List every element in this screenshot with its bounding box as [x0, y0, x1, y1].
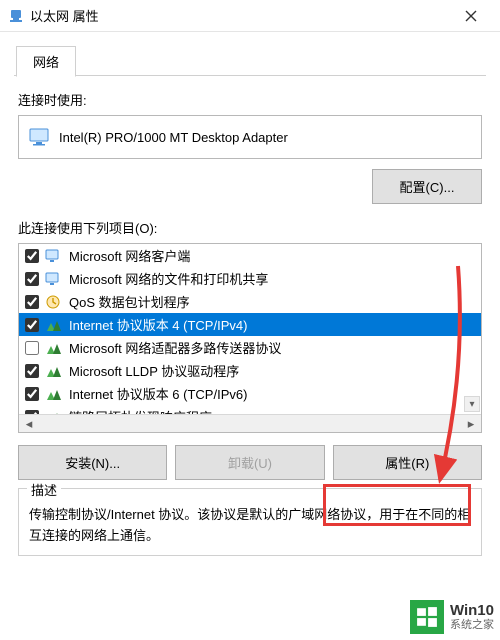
watermark-line2: 系统之家 [450, 619, 494, 631]
list-item-label: Microsoft 网络的文件和打印机共享 [69, 269, 268, 288]
list-item-checkbox[interactable] [25, 272, 39, 286]
service-icon [45, 271, 63, 287]
scroll-left-icon[interactable]: ◂ [21, 417, 37, 431]
watermark: Win10 系统之家 [410, 600, 494, 634]
description-text: 传输控制协议/Internet 协议。该协议是默认的广域网络协议，用于在不同的相… [29, 505, 471, 547]
list-item-label: QoS 数据包计划程序 [69, 292, 190, 311]
items-list-label: 此连接使用下列项目(O): [18, 218, 482, 237]
list-item-checkbox[interactable] [25, 387, 39, 401]
list-item[interactable]: Microsoft 网络的文件和打印机共享 [19, 267, 481, 290]
horizontal-scrollbar[interactable]: ◂ ▸ [19, 414, 481, 432]
connect-using-label: 连接时使用: [18, 90, 482, 109]
description-group: 描述 传输控制协议/Internet 协议。该协议是默认的广域网络协议，用于在不… [18, 488, 482, 556]
protocol-icon [45, 340, 63, 356]
install-button[interactable]: 安装(N)... [18, 445, 167, 480]
scroll-down-icon[interactable]: ▾ [464, 396, 480, 412]
list-item-checkbox[interactable] [25, 341, 39, 355]
tab-network[interactable]: 网络 [16, 46, 76, 77]
list-item-label: Microsoft 网络客户端 [69, 246, 190, 265]
window-title: 以太网 属性 [30, 6, 450, 25]
list-item[interactable]: 链路层拓扑发现响应程序 [19, 405, 481, 414]
configure-button[interactable]: 配置(C)... [372, 169, 482, 204]
list-item-label: Microsoft 网络适配器多路传送器协议 [69, 338, 281, 357]
list-item-label: Microsoft LLDP 协议驱动程序 [69, 361, 239, 380]
description-legend: 描述 [27, 480, 61, 499]
ethernet-icon [8, 8, 24, 24]
monitor-icon [29, 128, 49, 146]
watermark-line1: Win10 [450, 603, 494, 620]
properties-button[interactable]: 属性(R) [333, 445, 482, 480]
list-item[interactable]: Microsoft 网络适配器多路传送器协议 [19, 336, 481, 359]
qos-icon [45, 294, 63, 310]
protocol-icon [45, 363, 63, 379]
list-item[interactable]: Microsoft 网络客户端 [19, 244, 481, 267]
list-item-checkbox[interactable] [25, 249, 39, 263]
adapter-field: Intel(R) PRO/1000 MT Desktop Adapter [18, 115, 482, 159]
watermark-logo-icon [410, 600, 444, 634]
list-item[interactable]: Internet 协议版本 4 (TCP/IPv4) [19, 313, 481, 336]
list-item-checkbox[interactable] [25, 318, 39, 332]
client-icon [45, 248, 63, 264]
scroll-right-icon[interactable]: ▸ [463, 417, 479, 431]
tab-strip: 网络 [14, 46, 486, 76]
protocol-icon [45, 386, 63, 402]
list-item[interactable]: QoS 数据包计划程序 [19, 290, 481, 313]
uninstall-button: 卸载(U) [175, 445, 324, 480]
close-button[interactable] [450, 2, 492, 30]
components-listbox[interactable]: Microsoft 网络客户端 Microsoft 网络的文件和打印机共享 QoS … [18, 243, 482, 433]
list-item-label: Internet 协议版本 6 (TCP/IPv6) [69, 384, 247, 403]
dialog-body: 网络 连接时使用: Intel(R) PRO/1000 MT Desktop A… [0, 32, 500, 566]
titlebar: 以太网 属性 [0, 0, 500, 32]
list-item-label: Internet 协议版本 4 (TCP/IPv4) [69, 315, 247, 334]
list-item-checkbox[interactable] [25, 364, 39, 378]
list-item-label: 链路层拓扑发现响应程序 [69, 407, 212, 414]
list-item[interactable]: Internet 协议版本 6 (TCP/IPv6) [19, 382, 481, 405]
list-item[interactable]: Microsoft LLDP 协议驱动程序 [19, 359, 481, 382]
list-item-checkbox[interactable] [25, 295, 39, 309]
adapter-name: Intel(R) PRO/1000 MT Desktop Adapter [59, 130, 288, 145]
protocol-icon [45, 317, 63, 333]
